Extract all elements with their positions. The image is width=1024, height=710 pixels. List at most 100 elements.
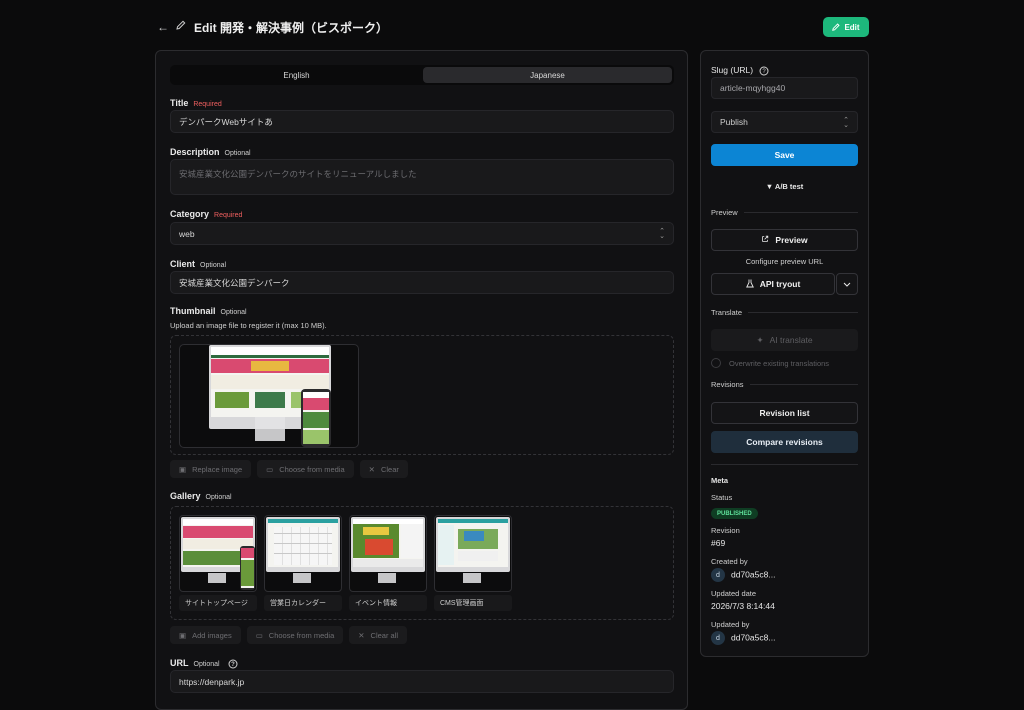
client-input[interactable]: 安城産業文化公園デンパーク <box>170 271 674 294</box>
api-tryout-button[interactable]: API tryout <box>711 273 835 295</box>
back-arrow-icon[interactable]: ← <box>157 20 169 34</box>
updated-date-label: Updated date <box>711 589 757 598</box>
gallery-dropzone[interactable]: サイトトップページ 営業日カレンダー イベント情報 CMS管理画面 <box>170 506 674 620</box>
optional-tag: Optional <box>200 262 227 269</box>
folder-icon: ▭ <box>266 464 274 474</box>
updated-by-value: d dd70a5c8... <box>711 631 775 645</box>
top-bar: ← Edit 開発・解決事例（ビスポーク） Edit <box>0 0 1024 52</box>
optional-tag: Optional <box>224 150 251 157</box>
gallery-image <box>349 515 427 592</box>
revision-label: Revision <box>711 526 740 535</box>
required-tag: Required <box>193 101 222 108</box>
slug-label: Slug (URL) ? <box>711 65 769 76</box>
optional-tag: Optional <box>220 309 247 316</box>
chevron-down-icon <box>843 279 851 289</box>
ab-test-toggle[interactable]: ▼ A/B test <box>711 182 858 191</box>
optional-tag: Optional <box>205 494 232 501</box>
thumbnail-label: Thumbnail Optional <box>170 306 247 316</box>
avatar: d <box>711 568 725 582</box>
ai-translate-button[interactable]: ✦ AI translate <box>711 329 858 351</box>
help-icon[interactable]: ? <box>228 659 238 669</box>
title-label: Title Required <box>170 98 222 108</box>
preview-button[interactable]: Preview <box>711 229 858 251</box>
slug-input[interactable]: article-mqyhgg40 <box>711 77 858 99</box>
page-title: Edit 開発・解決事例（ビスポーク） <box>194 21 388 35</box>
configure-preview-link[interactable]: Configure preview URL <box>711 257 858 266</box>
url-label: URL Optional ? <box>170 658 238 669</box>
sparkle-icon: ✦ <box>756 334 764 345</box>
svg-text:?: ? <box>231 662 235 668</box>
status-select[interactable]: Publish ⌃ ⌄ <box>711 111 858 133</box>
url-input[interactable]: https://denpark.jp <box>170 670 674 693</box>
pencil-icon <box>176 20 186 33</box>
compare-revisions-button[interactable]: Compare revisions <box>711 431 858 453</box>
category-select[interactable]: web ⌃ ⌄ <box>170 222 674 245</box>
gallery-item[interactable]: 営業日カレンダー <box>264 515 342 613</box>
gallery-item[interactable]: CMS管理画面 <box>434 515 512 613</box>
gallery-actions: ▣ Add images ▭ Choose from media ✕ Clear al… <box>170 626 408 644</box>
choose-from-media-button[interactable]: ▭ Choose from media <box>257 460 354 478</box>
gallery-caption[interactable]: サイトトップページ <box>179 595 257 611</box>
category-label: Category Required <box>170 209 243 219</box>
gallery-caption[interactable]: 営業日カレンダー <box>264 595 342 611</box>
replace-image-button[interactable]: ▣ Replace image <box>170 460 252 478</box>
translate-section-header: Translate <box>711 308 858 317</box>
help-icon[interactable]: ? <box>759 66 769 76</box>
updated-date-value: 2026/7/3 8:14:44 <box>711 601 775 611</box>
phone-mockup <box>301 389 331 447</box>
gallery-image <box>264 515 342 592</box>
pencil-icon <box>832 23 841 31</box>
gallery-caption[interactable]: CMS管理画面 <box>434 595 512 611</box>
updown-chevron-icon: ⌃ ⌄ <box>843 117 849 129</box>
image-icon: ▣ <box>179 630 187 640</box>
title-input[interactable]: デンパークWebサイトあ <box>170 110 674 133</box>
choose-from-media-button[interactable]: ▭ Choose from media <box>246 626 344 644</box>
api-tryout-dropdown[interactable] <box>836 273 858 295</box>
meta-title: Meta <box>711 476 729 485</box>
gallery-image <box>179 515 257 592</box>
thumbnail-helper-text: Upload an image file to register it (max… <box>170 321 327 330</box>
thumbnail-dropzone[interactable] <box>170 335 674 455</box>
status-badge: PUBLISHED <box>711 508 758 519</box>
monitor-stand <box>255 429 285 441</box>
language-tabs: English Japanese <box>170 65 674 85</box>
status-label: Status <box>711 493 733 502</box>
optional-tag: Optional <box>193 661 220 668</box>
tab-japanese[interactable]: Japanese <box>423 67 672 83</box>
created-by-label: Created by <box>711 557 748 566</box>
edit-button-label: Edit <box>844 22 860 32</box>
folder-icon: ▭ <box>255 630 263 640</box>
gallery-label: Gallery Optional <box>170 491 232 501</box>
main-form-panel: English Japanese Title Required デンパークWebサ… <box>155 50 688 710</box>
edit-button[interactable]: Edit <box>823 17 869 37</box>
overwrite-translations-option[interactable]: Overwrite existing translations <box>711 358 829 368</box>
updown-chevron-icon: ⌃ ⌄ <box>659 228 665 240</box>
gallery-item[interactable]: サイトトップページ <box>179 515 257 613</box>
description-textarea[interactable]: 安城産業文化公園デンパークのサイトをリニューアルしました <box>170 159 674 195</box>
save-button[interactable]: Save <box>711 144 858 166</box>
thumbnail-preview <box>179 344 359 448</box>
sidebar-panel: Slug (URL) ? article-mqyhgg40 Publish ⌃ ⌄… <box>700 50 869 657</box>
client-label: Client Optional <box>170 259 227 269</box>
x-icon: ✕ <box>358 630 365 640</box>
clear-button[interactable]: ✕ Clear <box>359 460 408 478</box>
divider <box>711 464 858 465</box>
tab-english[interactable]: English <box>172 67 421 83</box>
avatar: d <box>711 631 725 645</box>
preview-section-header: Preview <box>711 208 858 217</box>
gallery-caption[interactable]: イベント情報 <box>349 595 427 611</box>
revision-value: #69 <box>711 538 726 548</box>
clear-all-button[interactable]: ✕ Clear all <box>349 626 408 644</box>
category-value: web <box>179 228 195 239</box>
add-images-button[interactable]: ▣ Add images <box>170 626 241 644</box>
created-by-value: d dd70a5c8... <box>711 568 775 582</box>
radio-circle-icon[interactable] <box>711 358 721 368</box>
image-icon: ▣ <box>179 464 187 474</box>
required-tag: Required <box>214 212 243 219</box>
revisions-section-header: Revisions <box>711 380 858 389</box>
updated-by-label: Updated by <box>711 620 750 629</box>
revision-list-button[interactable]: Revision list <box>711 402 858 424</box>
x-icon: ✕ <box>368 464 375 474</box>
gallery-item[interactable]: イベント情報 <box>349 515 427 613</box>
thumbnail-actions: ▣ Replace image ▭ Choose from media ✕ Clear <box>170 460 408 478</box>
